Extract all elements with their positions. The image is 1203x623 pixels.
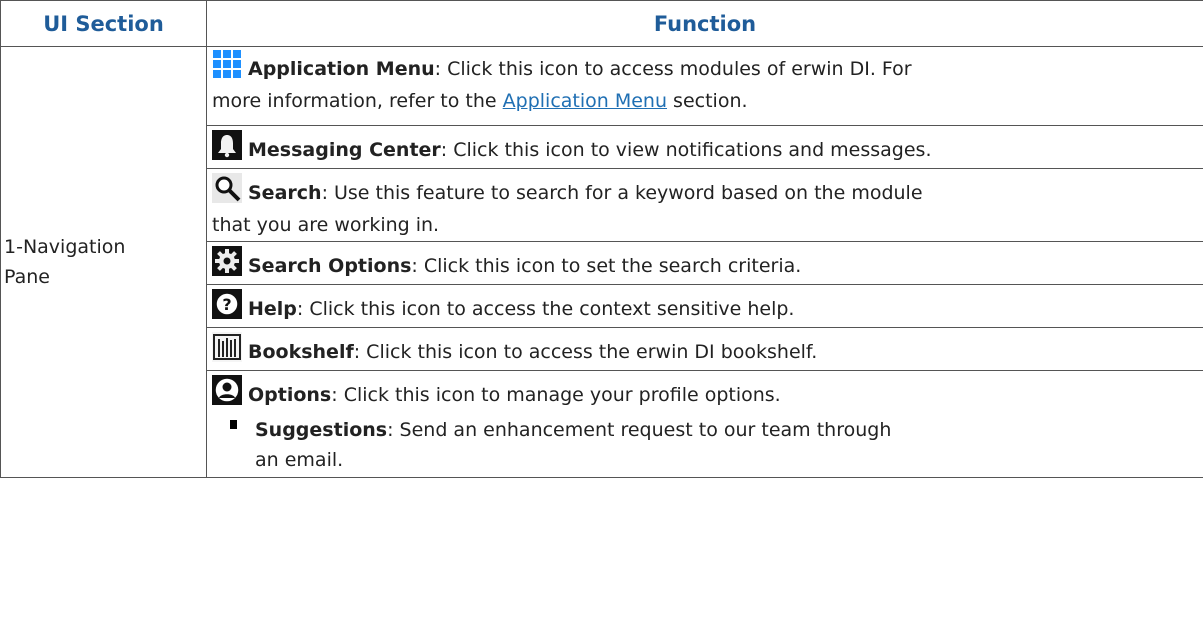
gear-icon[interactable] <box>212 246 242 276</box>
application-menu-link[interactable]: Application Menu <box>503 90 667 112</box>
header-ui-section: UI Section <box>0 0 207 47</box>
grid-icon[interactable] <box>212 49 242 79</box>
sub-item-desc: : Send an enhancement request to our tea… <box>387 419 892 441</box>
item-title: Search <box>248 182 322 204</box>
help-icon[interactable]: ? <box>212 289 242 319</box>
function-cell: Bookshelf: Click this icon to access the… <box>206 327 1203 371</box>
item-title: Search Options <box>248 255 412 277</box>
item-desc-line2: that you are working in. <box>212 214 440 236</box>
table-row: 1-Navigation Pane Application Menu: Clic… <box>0 46 1203 478</box>
function-cell: Messaging Center: Click this icon to vie… <box>206 125 1203 169</box>
item-desc: : Click this icon to access modules of e… <box>434 58 912 80</box>
function-cell: ? Help: Click this icon to access the co… <box>206 284 1203 328</box>
item-desc: : Click this icon to access the erwin DI… <box>353 341 818 363</box>
item-title: Bookshelf <box>248 341 354 363</box>
sub-item: Suggestions: Send an enhancement request… <box>207 411 1203 477</box>
item-title: Help <box>248 298 297 320</box>
sub-item-title: Suggestions <box>255 419 388 441</box>
function-cell: Search: Use this feature to search for a… <box>206 168 1203 242</box>
item-desc-line2: more information, refer to the <box>212 90 503 112</box>
section-label-line2: Pane <box>4 266 50 288</box>
item-title: Messaging Center <box>248 139 441 161</box>
user-icon[interactable] <box>212 375 242 405</box>
sub-item-desc-line2: an email. <box>255 449 344 471</box>
item-desc: : Click this icon to access the context … <box>296 298 795 320</box>
function-cell: Options: Click this icon to manage your … <box>206 370 1203 478</box>
item-desc: : Use this feature to search for a keywo… <box>321 182 923 204</box>
search-icon[interactable] <box>212 173 242 203</box>
item-desc: : Click this icon to set the search crit… <box>411 255 802 277</box>
item-title: Application Menu <box>248 58 435 80</box>
bullet-icon <box>230 420 237 429</box>
function-cell: Search Options: Click this icon to set t… <box>206 241 1203 285</box>
item-desc: : Click this icon to manage your profile… <box>331 384 781 406</box>
function-cell: Application Menu: Click this icon to acc… <box>206 46 1203 126</box>
item-desc-end: section. <box>667 90 748 112</box>
item-desc: : Click this icon to view notifications … <box>440 139 932 161</box>
bookshelf-icon[interactable] <box>212 332 242 362</box>
bell-icon[interactable] <box>212 130 242 160</box>
section-label-line1: 1-Navigation <box>4 236 126 258</box>
ui-section-table: UI Section Function 1-Navigation Pane Ap… <box>0 0 1203 478</box>
header-function: Function <box>206 0 1203 47</box>
svg-text:?: ? <box>222 295 231 314</box>
table-header-row: UI Section Function <box>0 0 1203 47</box>
item-title: Options <box>248 384 332 406</box>
section-cell: 1-Navigation Pane <box>0 46 207 478</box>
